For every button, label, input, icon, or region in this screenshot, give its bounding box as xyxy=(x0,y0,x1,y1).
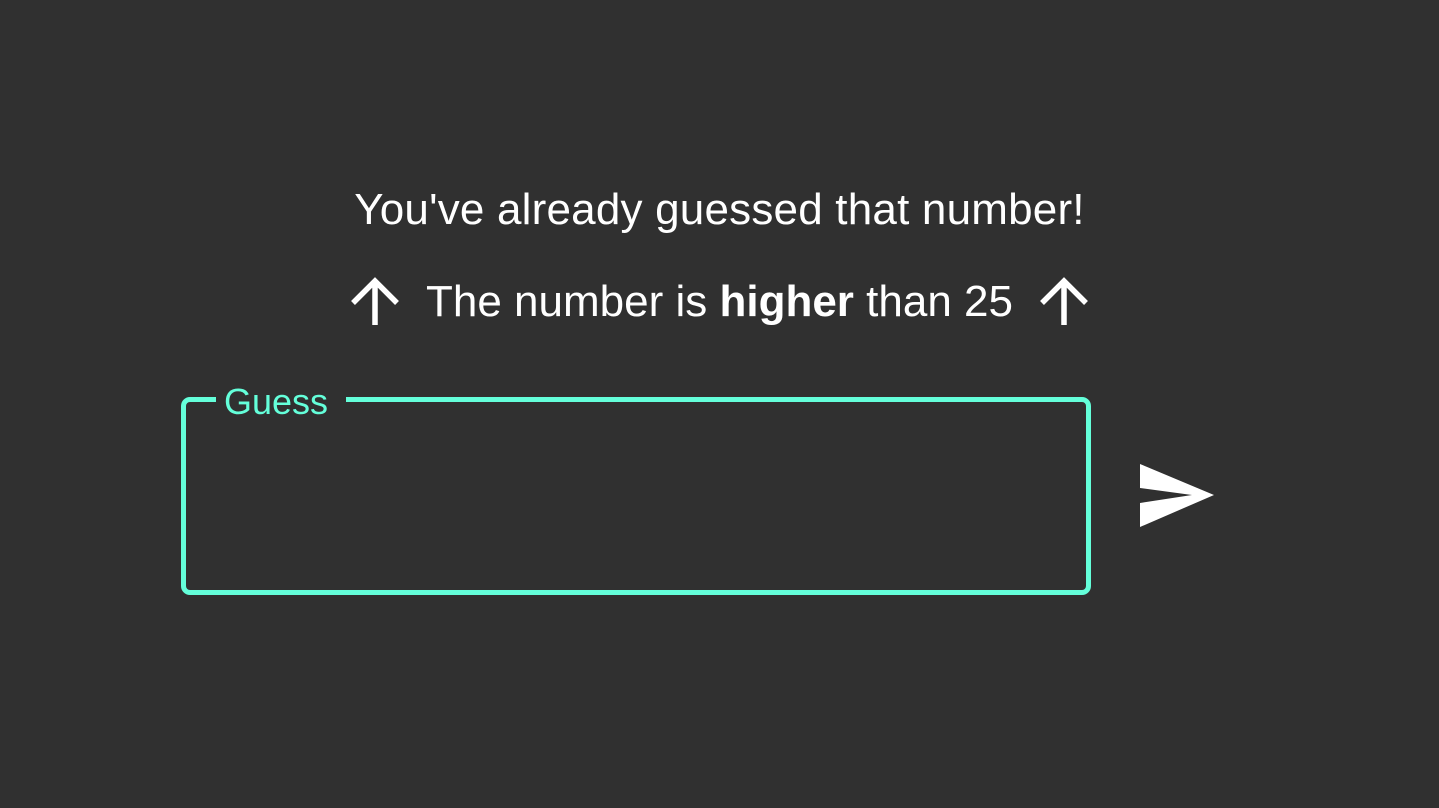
send-button[interactable] xyxy=(1130,455,1224,535)
status-message: You've already guessed that number! xyxy=(354,185,1085,234)
guess-field[interactable]: Guess xyxy=(181,384,1091,595)
hint-direction: higher xyxy=(719,277,854,326)
guess-input[interactable] xyxy=(210,442,1064,554)
hint-suffix: than 25 xyxy=(853,277,1013,326)
guess-field-label: Guess xyxy=(216,384,347,420)
hint-row: The number is higher than 25 xyxy=(0,270,1439,334)
arrow-up-icon xyxy=(1037,275,1091,329)
hint-prefix: The number is xyxy=(426,277,720,326)
arrow-up-icon xyxy=(348,275,402,329)
send-icon xyxy=(1130,455,1224,535)
hint-text: The number is higher than 25 xyxy=(422,274,1017,330)
guess-game-screen: You've already guessed that number! The … xyxy=(0,0,1439,808)
